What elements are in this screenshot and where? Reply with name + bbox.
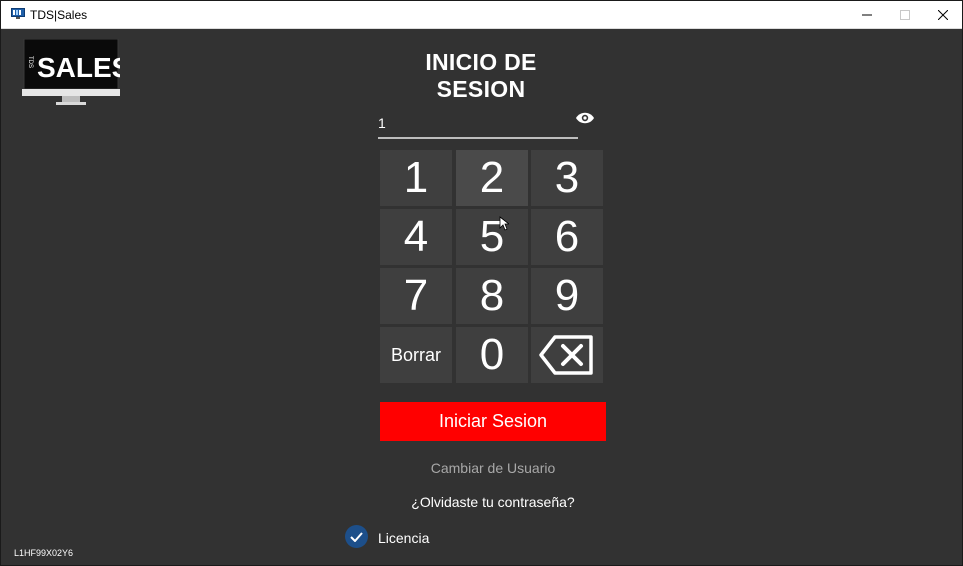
logo-tds-letters: TDS [27, 56, 33, 68]
password-field-wrapper [378, 107, 578, 139]
key-5[interactable]: 5 [456, 209, 528, 265]
backspace-icon [539, 335, 593, 375]
key-9[interactable]: 9 [531, 268, 603, 324]
page-title: INICIO DE SESION [425, 49, 537, 102]
key-4[interactable]: 4 [380, 209, 452, 265]
license-label[interactable]: Licencia [378, 530, 429, 546]
key-7[interactable]: 7 [380, 268, 452, 324]
title-bar: TDS|Sales [1, 1, 962, 29]
minimize-button[interactable] [847, 1, 887, 28]
login-screen: TDS SALES INICIO DE SESION 1 2 3 4 5 6 7… [1, 29, 962, 565]
tds-sales-logo: TDS SALES [22, 39, 120, 105]
logo-brand-text: SALES [37, 52, 120, 83]
maximize-icon [900, 9, 910, 20]
app-monitor-icon [11, 8, 25, 19]
app-window: TDS|Sales TDS SALES INICIO DE SESION [0, 0, 963, 566]
checkmark-icon [350, 531, 363, 542]
signin-button[interactable]: Iniciar Sesion [380, 402, 606, 441]
key-1[interactable]: 1 [380, 150, 452, 206]
license-checkbox[interactable] [345, 525, 368, 548]
forgot-password-link[interactable]: ¿Olvidaste tu contraseña? [380, 494, 606, 510]
key-3[interactable]: 3 [531, 150, 603, 206]
eye-icon[interactable] [575, 111, 595, 125]
minimize-icon [862, 14, 872, 15]
maximize-button[interactable] [885, 1, 925, 28]
backspace-button[interactable] [531, 327, 603, 383]
close-icon [938, 9, 948, 20]
key-8[interactable]: 8 [456, 268, 528, 324]
password-input[interactable] [378, 113, 558, 133]
key-0[interactable]: 0 [456, 327, 528, 383]
mouse-cursor-icon [499, 216, 509, 231]
clear-button[interactable]: Borrar [380, 327, 452, 383]
close-button[interactable] [923, 1, 962, 28]
key-6[interactable]: 6 [531, 209, 603, 265]
key-2[interactable]: 2 [456, 150, 528, 206]
device-code: L1HF99X02Y6 [14, 548, 74, 558]
switch-user-link[interactable]: Cambiar de Usuario [380, 460, 606, 476]
window-title: TDS|Sales [30, 8, 88, 22]
